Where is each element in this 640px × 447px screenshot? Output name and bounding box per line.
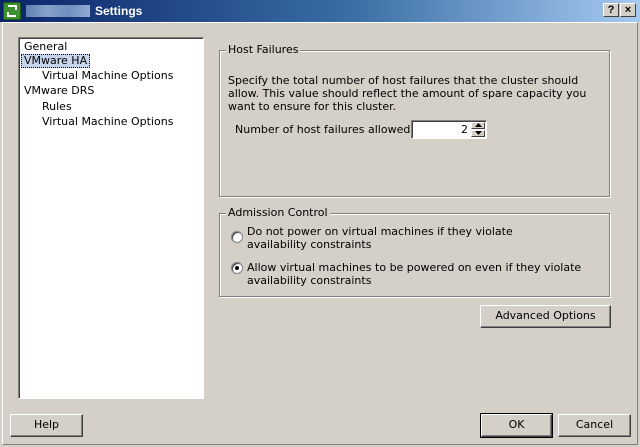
host-failures-description: Specify the total number of host failure… (228, 74, 587, 113)
redacted-cluster-name (26, 5, 90, 17)
advanced-options-button[interactable]: Advanced Options (480, 305, 611, 328)
tree-item-drs-vm-options[interactable]: Virtual Machine Options (40, 115, 175, 129)
help-title-button[interactable]: ? (603, 3, 619, 17)
close-title-button[interactable]: × (620, 3, 636, 17)
host-failures-field-label: Number of host failures allowed: (235, 123, 415, 136)
arrow-down-icon (475, 131, 482, 135)
vsphere-app-icon (3, 2, 21, 20)
window-title: Settings (95, 4, 143, 18)
host-failures-value[interactable]: 2 (461, 123, 468, 136)
help-button[interactable]: Help (10, 414, 83, 437)
ok-button[interactable]: OK (480, 413, 553, 438)
tree-item-ha-vm-options[interactable]: Virtual Machine Options (40, 69, 175, 83)
host-failures-spinner[interactable]: 2 (411, 120, 487, 139)
cancel-button[interactable]: Cancel (558, 414, 631, 437)
settings-tree[interactable]: General VMware HA Virtual Machine Option… (18, 37, 204, 399)
arrow-up-icon (475, 123, 482, 127)
spinner-down-button[interactable] (471, 130, 485, 137)
radio-allow-power-on-label[interactable]: Allow virtual machines to be powered on … (247, 261, 597, 287)
tree-item-general[interactable]: General (22, 40, 69, 54)
radio-do-not-power-on-label[interactable]: Do not power on virtual machines if they… (247, 225, 547, 251)
admission-control-group-label: Admission Control (226, 206, 330, 219)
tree-item-rules[interactable]: Rules (40, 100, 74, 114)
spinner-up-button[interactable] (471, 122, 485, 129)
title-bar[interactable]: Settings ? × (0, 0, 640, 22)
tree-item-vmware-ha[interactable]: VMware HA (21, 54, 91, 68)
tree-item-vmware-drs[interactable]: VMware DRS (22, 84, 96, 98)
radio-do-not-power-on[interactable] (231, 231, 243, 243)
radio-allow-power-on[interactable] (231, 262, 243, 274)
host-failures-group-label: Host Failures (226, 43, 301, 56)
